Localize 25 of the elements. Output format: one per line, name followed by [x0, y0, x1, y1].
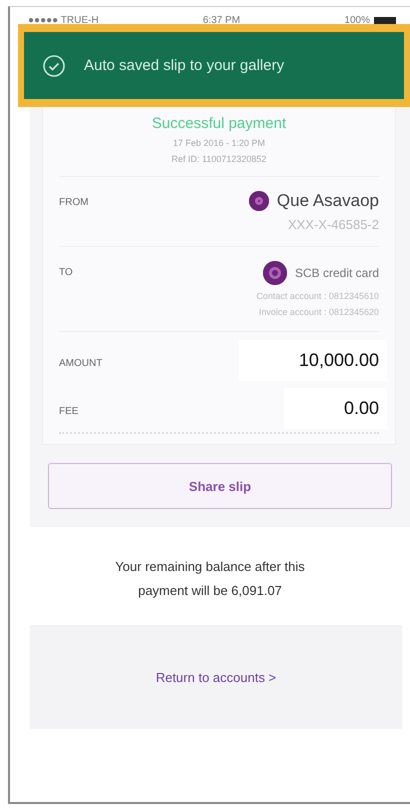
- return-link[interactable]: Return to accounts >: [156, 670, 276, 684]
- sender-name: Que Asavaop: [276, 191, 379, 211]
- share-slip-button[interactable]: Share slip: [48, 463, 392, 509]
- recipient-detail: Invoice account : 0812345620: [258, 307, 379, 317]
- account-avatar-icon: [248, 191, 269, 211]
- card-avatar-icon: [262, 261, 287, 285]
- sender-account: XXX-X-46585-2: [288, 217, 379, 232]
- battery-icon: [374, 16, 396, 24]
- from-label: FROM: [59, 196, 88, 210]
- amount-label: FEE: [59, 404, 78, 416]
- to-label: TO: [59, 266, 73, 280]
- carrier-text: ●●●●● TRUE-H: [28, 14, 99, 26]
- amount-value: 10,000.00: [238, 340, 387, 380]
- balance-note: Your remaining balance after this payment will be 6,091.07: [115, 558, 305, 600]
- recipient-name: SCB credit card: [294, 266, 379, 280]
- payment-date: 17 Feb 2016 - 1:20 PM: [172, 138, 266, 148]
- battery-text: 100%: [344, 14, 370, 26]
- clock-text: 6:37 PM: [202, 14, 240, 26]
- amount-label: AMOUNT: [59, 356, 102, 368]
- payment-status: Successful payment: [152, 115, 286, 132]
- check-circle-icon: [42, 54, 66, 78]
- recipient-detail: Contact account : 0812345610: [256, 291, 379, 301]
- toast-message: Auto saved slip to your gallery: [84, 57, 284, 74]
- amount-value: 0.00: [284, 388, 387, 428]
- reference-id: Ref ID: 1100712320852: [172, 154, 266, 164]
